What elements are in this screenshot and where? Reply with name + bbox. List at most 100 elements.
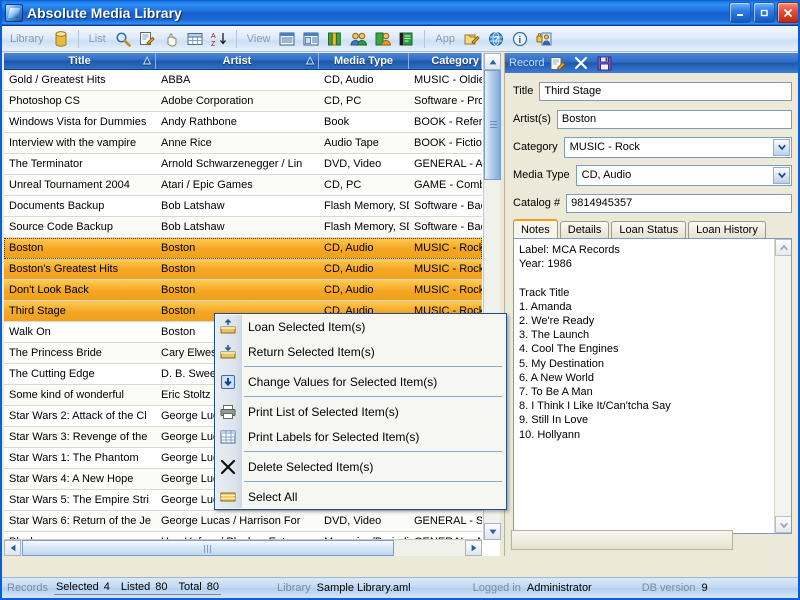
database-icon[interactable] — [50, 28, 72, 50]
app-logo-icon — [5, 4, 23, 22]
maximize-button[interactable] — [753, 2, 775, 23]
tab-details[interactable]: Details — [560, 221, 610, 238]
status-db-version-label: DB version — [642, 582, 696, 594]
cell-media: Flash Memory, SD — [319, 221, 409, 233]
context-menu: Loan Selected Item(s)Return Selected Ite… — [214, 313, 507, 510]
table-row[interactable]: Interview with the vampireAnne RiceAudio… — [4, 133, 482, 154]
artist-field[interactable]: Boston — [557, 110, 792, 129]
reports-icon[interactable] — [396, 28, 418, 50]
table-row[interactable]: Boston's Greatest HitsBostonCD, AudioMUS… — [4, 259, 482, 280]
notes-vertical-scrollbar[interactable] — [774, 239, 791, 533]
person-book-icon[interactable] — [372, 28, 394, 50]
application-window: Absolute Media Library Library List — [0, 0, 800, 600]
login-icon[interactable] — [533, 28, 555, 50]
list-view-icon[interactable] — [276, 28, 298, 50]
toolbar-separator-2 — [236, 30, 237, 48]
cell-category: BOOK - Fiction — [409, 137, 482, 149]
scroll-down-button[interactable] — [484, 523, 501, 540]
loan-item-icon — [219, 318, 237, 336]
status-total-label: Total — [179, 581, 202, 593]
table-row[interactable]: Photoshop CSAdobe CorporationCD, PCSoftw… — [4, 91, 482, 112]
menu-item-label: Select All — [248, 490, 297, 504]
hscroll-thumb[interactable] — [22, 540, 394, 556]
table-row[interactable]: The TerminatorArnold Schwarzenegger / Li… — [4, 154, 482, 175]
info-icon[interactable]: i — [509, 28, 531, 50]
tab-notes[interactable]: Notes — [513, 219, 558, 238]
menu-item-change-values-for-selected-item-s[interactable]: Change Values for Selected Item(s) — [215, 369, 506, 394]
field-row-media-type: Media Type CD, Audio — [513, 163, 792, 187]
delete-x-icon — [219, 458, 237, 476]
delete-record-icon[interactable] — [572, 55, 590, 71]
table-row[interactable]: Unreal Tournament 2004Atari / Epic Games… — [4, 175, 482, 196]
main-toolbar: Library List — [2, 26, 800, 52]
catalog-field[interactable]: 9814945357 — [566, 194, 792, 213]
menu-item-select-all[interactable]: Select All — [215, 484, 506, 509]
hand-icon[interactable] — [160, 28, 182, 50]
title-field[interactable]: Third Stage — [539, 82, 792, 101]
edit-record-icon[interactable] — [136, 28, 158, 50]
change-values-icon — [219, 373, 237, 391]
list-horizontal-scrollbar[interactable] — [4, 539, 482, 556]
scroll-up-button[interactable] — [484, 53, 501, 70]
table-row[interactable]: BostonBostonCD, AudioMUSIC - Rock — [4, 238, 482, 259]
cell-title: Star Wars 1: The Phantom — [4, 452, 156, 464]
menu-item-print-list-of-selected-item-s[interactable]: Print List of Selected Item(s) — [215, 399, 506, 424]
scroll-left-button[interactable] — [4, 540, 21, 556]
detail-view-icon[interactable] — [300, 28, 322, 50]
save-record-icon[interactable] — [595, 55, 613, 71]
tab-loan-history[interactable]: Loan History — [688, 221, 766, 238]
menu-item-print-labels-for-selected-item-s[interactable]: Print Labels for Selected Item(s) — [215, 424, 506, 449]
menu-item-return-selected-item-s[interactable]: Return Selected Item(s) — [215, 339, 506, 364]
books-icon[interactable] — [324, 28, 346, 50]
chevron-down-icon[interactable] — [773, 139, 790, 156]
table-row[interactable]: Don't Look BackBostonCD, AudioMUSIC - Ro… — [4, 280, 482, 301]
menu-item-delete-selected-item-s[interactable]: Delete Selected Item(s) — [215, 454, 506, 479]
cell-media: CD, PC — [319, 179, 409, 191]
scroll-right-button[interactable] — [465, 540, 482, 556]
menu-item-loan-selected-item-s[interactable]: Loan Selected Item(s) — [215, 314, 506, 339]
status-selected-label: Selected — [56, 581, 99, 593]
cell-media: DVD, Video — [319, 515, 409, 527]
sort-az-icon[interactable]: A Z — [208, 28, 230, 50]
help-globe-icon[interactable]: ? — [485, 28, 507, 50]
media-type-field-label: Media Type — [513, 169, 570, 181]
category-dropdown[interactable]: MUSIC - Rock — [564, 137, 792, 158]
cell-title: Star Wars 2: Attack of the Cl — [4, 410, 156, 422]
notes-textarea[interactable]: Label: MCA Records Year: 1986 Track Titl… — [513, 238, 792, 534]
cell-artist: ABBA — [156, 74, 319, 86]
grid-icon[interactable] — [184, 28, 206, 50]
cell-title: Star Wars 3: Revenge of the — [4, 431, 156, 443]
cell-artist: Boston — [156, 284, 319, 296]
search-icon[interactable] — [112, 28, 134, 50]
minimize-button[interactable] — [729, 2, 751, 23]
cell-artist: Boston — [156, 242, 319, 254]
column-header-media-type[interactable]: Media Type — [319, 53, 409, 69]
menu-item-label: Print Labels for Selected Item(s) — [248, 430, 419, 444]
menu-separator — [244, 481, 502, 482]
notes-scroll-up-button[interactable] — [775, 239, 792, 256]
column-header-category[interactable]: Category — [409, 53, 482, 69]
title-field-label: Title — [513, 85, 533, 97]
chevron-down-icon-2[interactable] — [773, 167, 790, 184]
column-header-title[interactable]: Title △ — [4, 53, 156, 69]
cell-artist: Andy Rathbone — [156, 116, 319, 128]
notes-scroll-down-button[interactable] — [775, 516, 792, 533]
record-panel: Record Tit — [504, 53, 800, 556]
toolbar-view-label: View — [243, 33, 275, 45]
media-type-dropdown[interactable]: CD, Audio — [576, 165, 792, 186]
users-icon[interactable] — [348, 28, 370, 50]
settings-icon[interactable] — [461, 28, 483, 50]
table-row[interactable]: Documents BackupBob LatshawFlash Memory,… — [4, 196, 482, 217]
table-row[interactable]: Gold / Greatest HitsABBACD, AudioMUSIC -… — [4, 70, 482, 91]
tab-loan-status[interactable]: Loan Status — [611, 221, 686, 238]
table-row[interactable]: Windows Vista for DummiesAndy RathboneBo… — [4, 112, 482, 133]
status-logged-in-label: Logged in — [473, 582, 521, 594]
list-scroll-thumb[interactable] — [484, 70, 501, 180]
new-record-icon[interactable] — [549, 55, 567, 71]
cell-title: Interview with the vampire — [4, 137, 156, 149]
column-header-artist[interactable]: Artist △ — [156, 53, 319, 69]
table-row[interactable]: Source Code BackupBob LatshawFlash Memor… — [4, 217, 482, 238]
table-row[interactable]: Star Wars 6: Return of the JeGeorge Luca… — [4, 511, 482, 532]
hscroll-thumb-grip — [204, 545, 212, 553]
close-button[interactable] — [777, 2, 799, 23]
